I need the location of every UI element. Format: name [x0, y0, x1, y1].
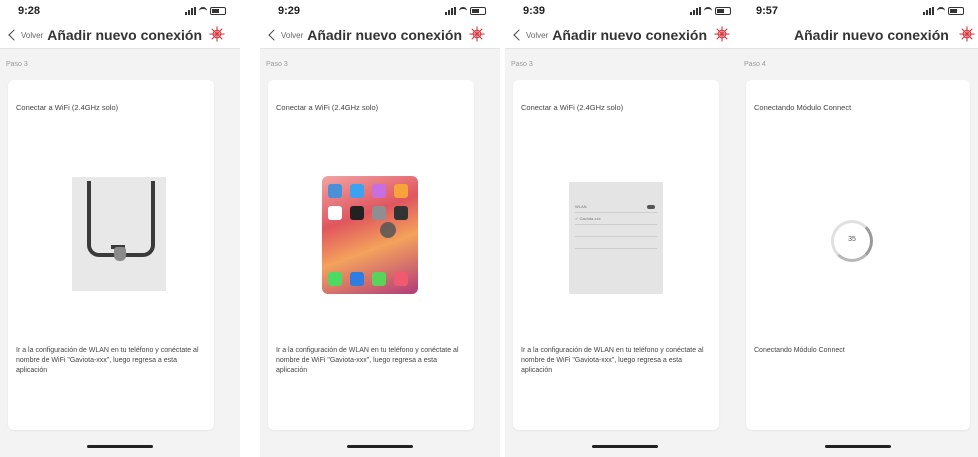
- step-label: Paso 4: [744, 61, 766, 68]
- status-time: 9:28: [18, 5, 41, 17]
- instruction-text: Ir a la configuración de WLAN en tu telé…: [276, 347, 459, 374]
- wlan-settings-illustration: WLAN ✓ Gaviota-xxx: [569, 182, 663, 294]
- home-indicator[interactable]: [592, 445, 658, 448]
- progress-card: Conectando Módulo Connect 35 Conectando …: [746, 80, 970, 430]
- wifi-icon: [459, 7, 467, 15]
- status-bar: 9:39: [505, 0, 745, 22]
- phone-swipe-illustration: [72, 177, 166, 291]
- status-icons: [923, 7, 964, 15]
- messages-dock-icon: [372, 272, 386, 286]
- step-label: Paso 3: [511, 61, 533, 68]
- instruction-text: Ir a la configuración de WLAN en tu telé…: [521, 347, 704, 374]
- phone-screen-4: 9:57 Añadir nuevo conexión Paso 4 Conect…: [738, 0, 978, 457]
- page-title: Añadir nuevo conexión: [307, 27, 463, 43]
- progress-spinner: 35: [831, 220, 873, 262]
- battery-icon: [210, 7, 226, 15]
- status-bar: 9:28: [0, 0, 240, 22]
- signal-icon: [185, 7, 196, 15]
- home-indicator[interactable]: [825, 445, 891, 448]
- battery-icon: [715, 7, 731, 15]
- chevron-left-icon: [8, 29, 20, 41]
- chevron-left-icon: [513, 29, 525, 41]
- navigation-bar: Añadir nuevo conexión: [738, 22, 978, 49]
- brand-logo-icon: [714, 26, 730, 42]
- network-row-label: ✓ Gaviota-xxx: [575, 216, 601, 221]
- instruction-card: Conectar a WiFi (2.4GHz solo) WLAN ✓ Gav…: [513, 80, 719, 430]
- instruction-text: Ir a la configuración de WLAN en tu telé…: [16, 347, 199, 374]
- signal-icon: [923, 7, 934, 15]
- navigation-bar: Volver Añadir nuevo conexión: [505, 22, 745, 49]
- status-text: Conectando Módulo Connect: [754, 347, 845, 354]
- status-icons: [445, 7, 486, 15]
- network-row-blank: [575, 238, 657, 249]
- signal-icon: [445, 7, 456, 15]
- card-title: Conectando Módulo Connect: [754, 103, 852, 112]
- brand-logo-icon: [959, 26, 975, 42]
- safari-app-icon: [350, 272, 364, 286]
- back-button[interactable]: Volver: [513, 29, 552, 41]
- card-title: Conectar a WiFi (2.4GHz solo): [276, 103, 379, 112]
- wallet-app-icon: [350, 206, 364, 220]
- status-icons: [690, 7, 731, 15]
- phone-screen-1: 9:28 Volver Añadir nuevo conexión Paso 3…: [0, 0, 240, 457]
- back-label: Volver: [281, 30, 304, 40]
- health-app-icon: [328, 206, 342, 220]
- home-indicator[interactable]: [347, 445, 413, 448]
- battery-icon: [470, 7, 486, 15]
- music-app-icon: [394, 272, 408, 286]
- page-title: Añadir nuevo conexión: [794, 27, 949, 43]
- page-title: Añadir nuevo conexión: [47, 27, 203, 43]
- star-app-icon: [372, 184, 386, 198]
- phone-app-icon: [328, 272, 342, 286]
- home-screen-illustration: [322, 176, 418, 294]
- page-title: Añadir nuevo conexión: [552, 27, 708, 43]
- step-label: Paso 3: [266, 61, 288, 68]
- instruction-card: Conectar a WiFi (2.4GHz solo) Ir a la co…: [8, 80, 214, 430]
- back-label: Volver: [21, 30, 44, 40]
- network-row-blank: [575, 226, 657, 237]
- wifi-icon: [704, 7, 712, 15]
- wifi-icon: [937, 7, 945, 15]
- back-label: Volver: [526, 30, 549, 40]
- chevron-left-icon: [268, 29, 280, 41]
- wlan-row-label: WLAN: [575, 204, 587, 209]
- hand-icon: [114, 247, 126, 261]
- instruction-card: Conectar a WiFi (2.4GHz solo) Ir a la co…: [268, 80, 474, 430]
- step-label: Paso 3: [6, 61, 28, 68]
- tap-indicator-icon: [380, 222, 396, 238]
- battery-icon: [948, 7, 964, 15]
- brand-logo-icon: [469, 26, 485, 42]
- home-indicator[interactable]: [87, 445, 153, 448]
- navigation-bar: Volver Añadir nuevo conexión: [260, 22, 500, 49]
- status-time: 9:57: [756, 5, 779, 17]
- card-title: Conectar a WiFi (2.4GHz solo): [16, 103, 119, 112]
- phone-screen-3: 9:39 Volver Añadir nuevo conexión Paso 3…: [505, 0, 745, 457]
- books-app-icon: [394, 184, 408, 198]
- status-icons: [185, 7, 226, 15]
- wlan-row: WLAN: [575, 202, 657, 213]
- status-bar: 9:29: [260, 0, 500, 22]
- brand-logo-icon: [209, 26, 225, 42]
- wifi-icon: [199, 7, 207, 15]
- status-time: 9:39: [523, 5, 546, 17]
- status-time: 9:29: [278, 5, 301, 17]
- wlan-toggle: [647, 205, 655, 209]
- back-button[interactable]: Volver: [8, 29, 47, 41]
- signal-icon: [690, 7, 701, 15]
- messages-app-icon: [328, 184, 342, 198]
- status-bar: 9:57: [738, 0, 978, 22]
- navigation-bar: Volver Añadir nuevo conexión: [0, 22, 240, 49]
- phone-screen-2: 9:29 Volver Añadir nuevo conexión Paso 3…: [260, 0, 500, 457]
- app-store-icon: [350, 184, 364, 198]
- back-button[interactable]: Volver: [268, 29, 307, 41]
- progress-value: 35: [848, 236, 856, 243]
- settings-app-icon: [372, 206, 386, 220]
- notes-app-icon: [394, 206, 408, 220]
- card-title: Conectar a WiFi (2.4GHz solo): [521, 103, 624, 112]
- network-row: ✓ Gaviota-xxx: [575, 214, 657, 225]
